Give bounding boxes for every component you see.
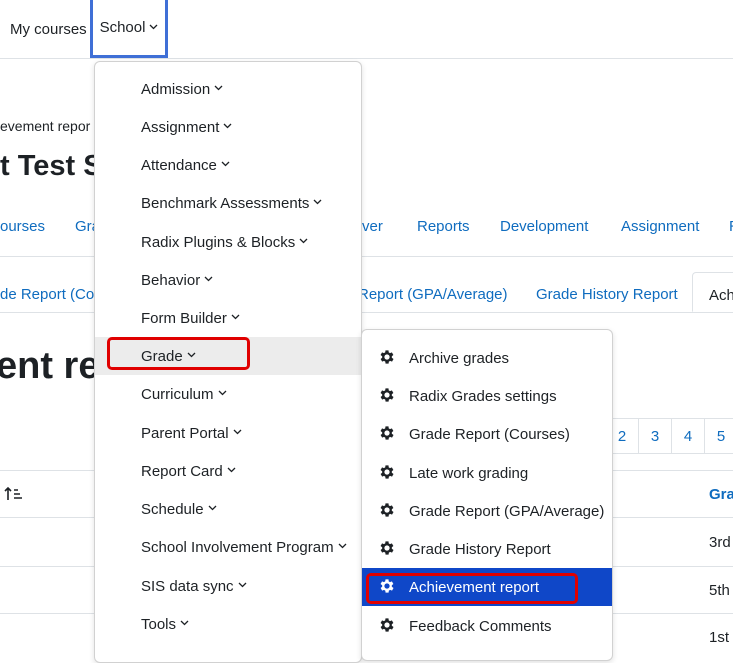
chevron-down-icon: [149, 21, 158, 33]
menu-item-label: Schedule: [141, 500, 204, 518]
menu-item-school-involvement-program[interactable]: School Involvement Program: [95, 528, 361, 566]
submenu-item-radix-grades-settings[interactable]: Radix Grades settings: [362, 377, 612, 415]
chevron-down-icon: [231, 311, 240, 323]
table-cell: 1st: [709, 629, 730, 646]
chevron-down-icon: [227, 464, 236, 476]
menu-item-label: Radix Plugins & Blocks: [141, 233, 296, 251]
submenu-item-label: Archive grades: [409, 349, 510, 367]
submenu-item-grade-report-courses[interactable]: Grade Report (Courses): [362, 415, 612, 453]
gear-icon: [378, 539, 398, 559]
menu-item-label: School Involvement Program: [141, 538, 334, 556]
secnav-more[interactable]: R: [729, 218, 733, 235]
submenu-item-late-work-grading[interactable]: Late work grading: [362, 454, 612, 492]
chevron-down-icon: [208, 502, 217, 514]
submenu-item-archive-grades[interactable]: Archive grades: [362, 339, 612, 377]
menu-item-sis-data-sync[interactable]: SIS data sync: [95, 567, 361, 605]
menu-item-radix-plugins-blocks[interactable]: Radix Plugins & Blocks: [95, 223, 361, 261]
chevron-down-icon: [221, 158, 230, 170]
nav-my-courses[interactable]: My courses: [10, 0, 87, 58]
course-title: t Test S: [0, 150, 103, 182]
secnav-assignment[interactable]: Assignment: [621, 218, 699, 235]
chevron-down-icon: [223, 120, 232, 132]
tab-grade-report-courses[interactable]: de Report (Cou: [0, 286, 103, 303]
menu-item-admission[interactable]: Admission: [95, 70, 361, 108]
gear-icon: [378, 424, 398, 444]
menu-item-tools[interactable]: Tools: [95, 605, 361, 643]
menu-item-label: Curriculum: [141, 385, 214, 403]
submenu-item-label: Feedback Comments: [409, 617, 552, 635]
nav-my-courses-label: My courses: [10, 20, 87, 38]
chevron-down-icon: [299, 235, 308, 247]
menu-item-label: Behavior: [141, 271, 201, 289]
gear-icon: [378, 386, 398, 406]
menu-item-curriculum[interactable]: Curriculum: [95, 375, 361, 413]
breadcrumb[interactable]: evement repor: [0, 118, 90, 134]
gear-icon: [378, 616, 398, 636]
column-header-grade[interactable]: Gra: [709, 486, 733, 503]
chevron-down-icon: [214, 82, 223, 94]
chevron-down-icon: [218, 387, 227, 399]
gear-icon: [378, 463, 398, 483]
menu-item-behavior[interactable]: Behavior: [95, 261, 361, 299]
chevron-down-icon: [313, 196, 322, 208]
grade-highlight-annotation: [107, 337, 250, 370]
submenu-item-label: Late work grading: [409, 464, 529, 482]
gear-icon: [378, 348, 398, 368]
menu-item-label: Parent Portal: [141, 424, 229, 442]
sort-ascending-icon[interactable]: [4, 486, 24, 507]
achievement-highlight-annotation: [366, 573, 578, 604]
chevron-down-icon: [233, 426, 242, 438]
menu-item-label: Tools: [141, 615, 177, 633]
nav-school-label: School: [99, 19, 146, 36]
submenu-item-label: Grade Report (GPA/Average): [409, 502, 605, 520]
nav-school-dropdown[interactable]: School: [90, 0, 168, 58]
table-cell: 5th: [709, 582, 730, 599]
submenu-item-label: Radix Grades settings: [409, 387, 557, 405]
menu-item-label: Admission: [141, 80, 211, 98]
tab-achievement-report[interactable]: Ach: [692, 272, 733, 312]
page-4-link[interactable]: 4: [671, 418, 705, 454]
submenu-item-label: Grade Report (Courses): [409, 425, 570, 443]
page-3-link[interactable]: 3: [638, 418, 672, 454]
page-5-link[interactable]: 5: [704, 418, 733, 454]
menu-item-assignment[interactable]: Assignment: [95, 108, 361, 146]
menu-item-benchmark-assessments[interactable]: Benchmark Assessments: [95, 184, 361, 222]
gear-icon: [378, 501, 398, 521]
submenu-item-grade-report-gpa[interactable]: Grade Report (GPA/Average): [362, 492, 612, 530]
secnav-courses[interactable]: ourses: [0, 218, 45, 235]
menu-item-label: SIS data sync: [141, 577, 234, 595]
menu-item-schedule[interactable]: Schedule: [95, 490, 361, 528]
secnav-development[interactable]: Development: [500, 218, 588, 235]
menu-item-label: Benchmark Assessments: [141, 194, 310, 212]
submenu-item-feedback-comments[interactable]: Feedback Comments: [362, 607, 612, 645]
menu-item-report-card[interactable]: Report Card: [95, 452, 361, 490]
chevron-down-icon: [180, 617, 189, 629]
tab-grade-history-report[interactable]: Grade History Report: [536, 286, 678, 303]
grade-submenu: Archive grades Radix Grades settings Gra…: [361, 329, 613, 661]
table-cell: 3rd: [709, 534, 731, 551]
chevron-down-icon: [204, 273, 213, 285]
submenu-item-grade-history-report[interactable]: Grade History Report: [362, 530, 612, 568]
menu-item-attendance[interactable]: Attendance: [95, 146, 361, 184]
menu-item-label: Attendance: [141, 156, 217, 174]
menu-item-form-builder[interactable]: Form Builder: [95, 299, 361, 337]
menu-item-label: Form Builder: [141, 309, 227, 327]
chevron-down-icon: [238, 579, 247, 591]
secnav-reports[interactable]: Reports: [417, 218, 470, 235]
submenu-item-label: Grade History Report: [409, 540, 551, 558]
chevron-down-icon: [338, 540, 347, 552]
menu-item-label: Assignment: [141, 118, 220, 136]
menu-item-parent-portal[interactable]: Parent Portal: [95, 414, 361, 452]
menu-item-label: Report Card: [141, 462, 223, 480]
tab-grade-report-gpa[interactable]: Report (GPA/Average): [358, 286, 508, 303]
